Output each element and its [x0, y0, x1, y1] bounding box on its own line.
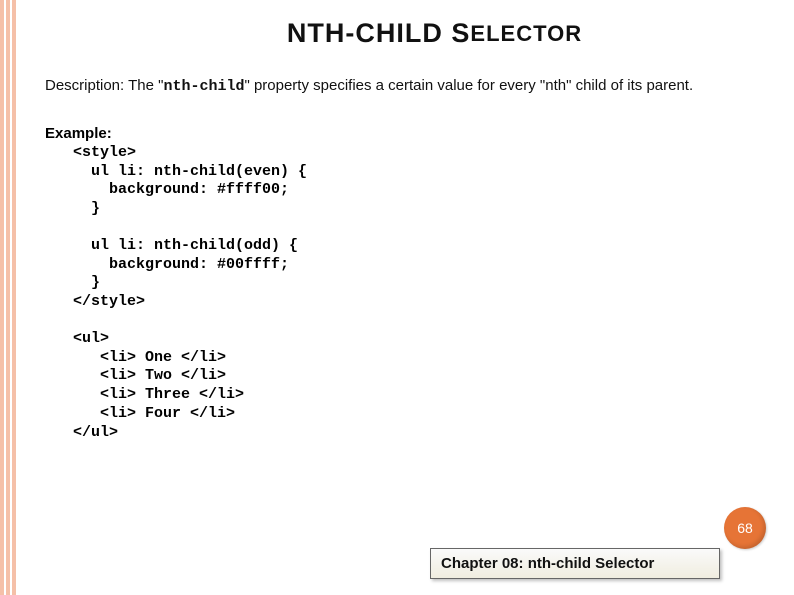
slide-title: NTH-CHILD SELECTOR	[105, 18, 764, 49]
code-ul-list: <ul> <li> One </li> <li> Two </li> <li> …	[73, 330, 764, 443]
description-text: Description: The "nth-child" property sp…	[45, 77, 764, 97]
code-style-odd: ul li: nth-child(odd) { background: #00f…	[73, 237, 764, 312]
desc-prefix: Description: The "	[45, 77, 163, 94]
chapter-label: Chapter 08: nth-child Selector	[441, 555, 654, 572]
title-text: ELECTOR	[470, 21, 582, 46]
example-label: Example:	[45, 125, 764, 142]
accent-stripe	[12, 0, 16, 595]
accent-stripe	[0, 0, 4, 595]
code-example: <style> ul li: nth-child(even) { backgro…	[73, 144, 764, 443]
chapter-label-box: Chapter 08: nth-child Selector	[430, 548, 720, 579]
code-style-even: <style> ul li: nth-child(even) { backgro…	[73, 144, 307, 217]
page-number-badge: 68	[724, 507, 766, 549]
desc-code: nth-child	[163, 78, 244, 95]
title-text: S	[451, 18, 470, 48]
accent-stripe	[6, 0, 10, 595]
page-number: 68	[737, 520, 753, 536]
title-text: NTH	[287, 18, 346, 48]
desc-suffix: " property specifies a certain value for…	[244, 77, 693, 94]
left-accent-border	[0, 0, 20, 595]
title-text: -	[345, 18, 355, 48]
slide-content: NTH-CHILD SELECTOR Description: The "nth…	[45, 18, 764, 442]
title-text: CHILD	[355, 18, 443, 48]
